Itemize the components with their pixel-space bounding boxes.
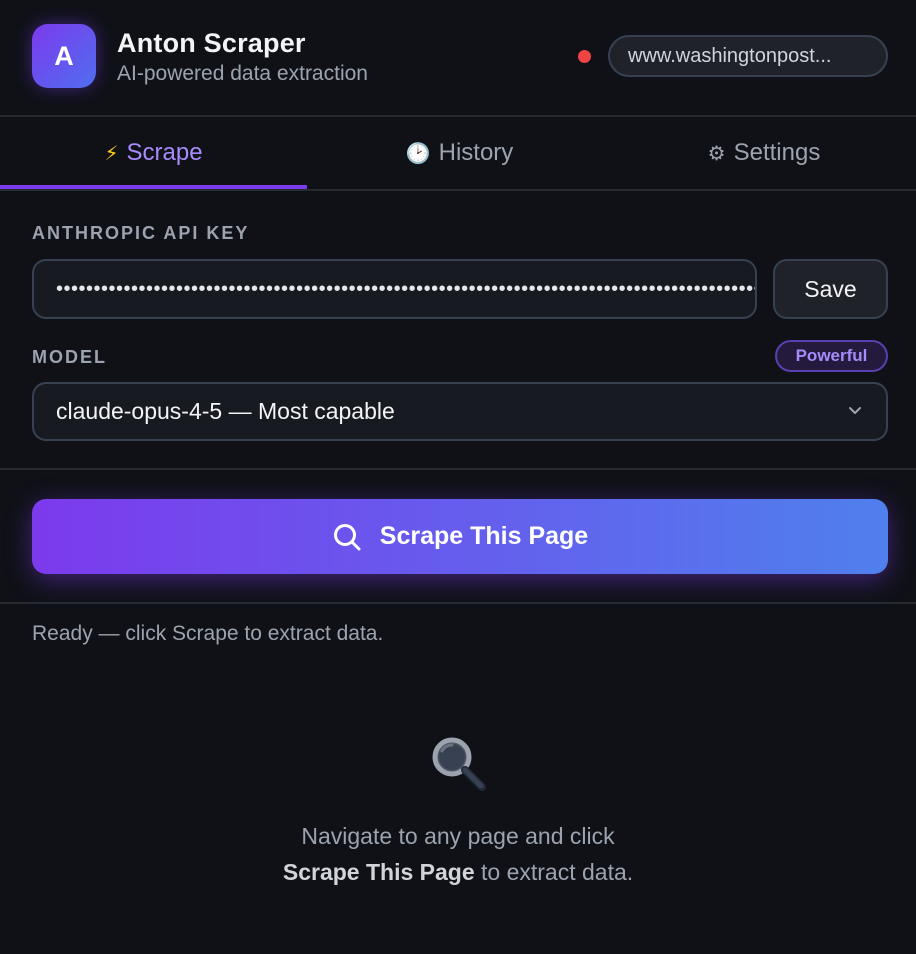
model-selected-value: claude-opus-4-5 — Most capable <box>56 398 395 424</box>
section-divider <box>0 602 916 604</box>
status-message: Ready — click Scrape to extract data. <box>32 622 384 645</box>
app-root: A Anton Scraper AI-powered data extracti… <box>0 0 916 954</box>
tab-settings[interactable]: ⚙ Settings <box>612 117 916 189</box>
app-title: Anton Scraper <box>117 28 306 58</box>
app-subtitle: AI-powered data extraction <box>117 62 368 85</box>
magnifying-glass-icon <box>432 737 486 791</box>
app-logo: A <box>32 24 96 88</box>
active-tab-indicator <box>0 185 307 189</box>
logo-letter: A <box>54 40 74 71</box>
scrape-page-button[interactable]: Scrape This Page <box>32 499 888 574</box>
tab-settings-label: Settings <box>733 139 821 166</box>
api-key-input[interactable]: ••••••••••••••••••••••••••••••••••••••••… <box>32 259 757 319</box>
scrape-button-label: Scrape This Page <box>379 522 589 550</box>
chevron-down-icon <box>849 407 861 414</box>
current-url-pill: www.washingtonpost... <box>608 35 888 77</box>
api-key-masked-value: ••••••••••••••••••••••••••••••••••••••••… <box>56 277 757 300</box>
empty-state-emphasis: Scrape This Page <box>282 859 475 885</box>
save-button[interactable]: Save <box>773 259 888 319</box>
search-icon <box>333 523 361 550</box>
section-divider <box>0 468 916 470</box>
tab-bar: ⚡ Scrape 🕑 History ⚙ Settings <box>0 117 916 191</box>
model-select[interactable]: claude-opus-4-5 — Most capable <box>32 382 888 441</box>
gear-icon: ⚙ <box>707 142 726 165</box>
header: A Anton Scraper AI-powered data extracti… <box>0 0 916 117</box>
connection-status-dot <box>578 50 591 63</box>
empty-state-line1: Navigate to any page and click <box>301 823 615 849</box>
lightning-icon: ⚡ <box>104 142 119 165</box>
tab-scrape[interactable]: ⚡ Scrape <box>0 117 307 189</box>
tab-history[interactable]: 🕑 History <box>307 117 612 189</box>
model-label: MODEL <box>32 347 107 367</box>
clock-icon: 🕑 <box>405 142 431 165</box>
empty-state-line2-rest: to extract data. <box>474 859 634 885</box>
model-tier-badge: Powerful <box>775 340 888 372</box>
tab-scrape-label: Scrape <box>126 139 203 166</box>
empty-state-line2: Scrape This Page to extract data. <box>0 859 916 886</box>
api-key-label: ANTHROPIC API KEY <box>32 223 250 243</box>
tab-history-label: History <box>438 139 514 166</box>
